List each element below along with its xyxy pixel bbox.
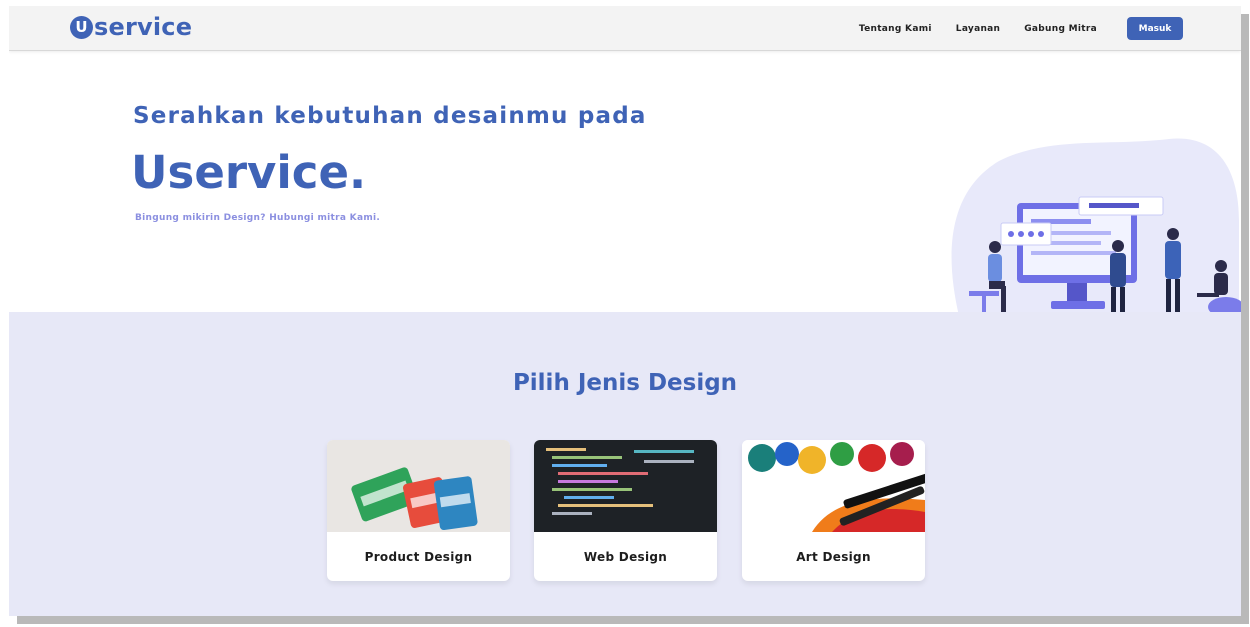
nav-link-layanan[interactable]: Layanan <box>956 24 1000 34</box>
hero-tagline: Bingung mikirin Design? Hubungi mitra Ka… <box>135 213 381 223</box>
nav-links: Tentang Kami Layanan Gabung Mitra Masuk <box>835 17 1183 40</box>
hero-title: Uservice. <box>131 146 367 199</box>
section-heading: Pilih Jenis Design <box>512 370 738 396</box>
category-card-web-design[interactable]: Web Design <box>534 440 717 581</box>
logo-badge: U <box>70 15 93 39</box>
hero-subtitle: Serahkan kebutuhan desainmu pada <box>133 103 647 129</box>
logo-text: service <box>94 13 193 41</box>
team-dashboard-illustration <box>951 138 1241 316</box>
brand-logo[interactable]: U service <box>70 12 192 42</box>
card-label: Art Design <box>796 550 871 564</box>
category-card-product-design[interactable]: Product Design <box>327 440 510 581</box>
login-button[interactable]: Masuk <box>1127 17 1183 40</box>
card-label: Product Design <box>364 550 473 564</box>
browser-page: U service Tentang Kami Layanan Gabung Mi… <box>9 6 1241 616</box>
nav-link-gabung-mitra[interactable]: Gabung Mitra <box>1024 24 1097 34</box>
nav-link-tentang-kami[interactable]: Tentang Kami <box>859 24 932 34</box>
code-editor-photo <box>534 440 717 532</box>
category-card-art-design[interactable]: Art Design <box>742 440 925 581</box>
card-label: Web Design <box>583 550 668 564</box>
paint-brush-photo <box>742 440 925 532</box>
top-navbar: U service Tentang Kami Layanan Gabung Mi… <box>9 6 1241 51</box>
product-packages-photo <box>327 440 510 532</box>
design-categories-section: Pilih Jenis Design Product Design Web De… <box>9 312 1241 616</box>
